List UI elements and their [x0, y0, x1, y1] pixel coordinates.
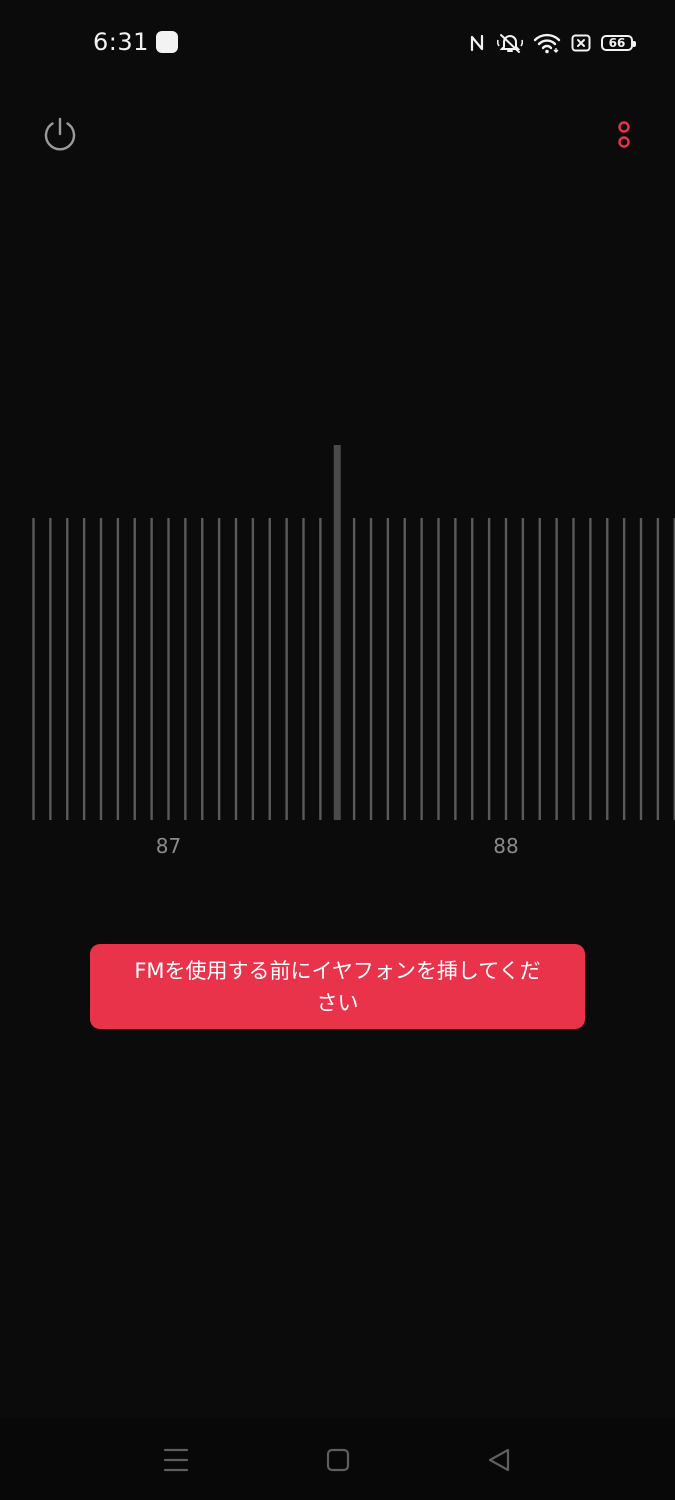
battery-icon: 66	[601, 35, 636, 51]
tuner-scale	[32, 445, 675, 820]
power-icon	[44, 117, 76, 151]
app-notification-icon	[156, 31, 178, 53]
headphone-warning-toast: FMを使用する前にイヤフォンを挿してください	[90, 944, 585, 1029]
wifi-icon	[533, 32, 561, 54]
more-vertical-icon	[618, 121, 630, 148]
silent-icon	[497, 32, 523, 54]
recent-apps-button[interactable]	[156, 1442, 196, 1478]
navigation-bar	[0, 1418, 675, 1500]
home-icon	[326, 1448, 350, 1472]
nfc-icon	[469, 33, 487, 53]
frequency-indicator[interactable]	[333, 445, 341, 820]
status-time: 6:31	[93, 28, 149, 56]
frequency-tuner[interactable]: 87 88	[0, 440, 675, 870]
status-bar: 6:31 66	[0, 0, 675, 86]
status-icons: 66	[469, 30, 636, 56]
menu-icon	[163, 1448, 189, 1472]
sim-off-icon	[571, 34, 591, 52]
more-options-button[interactable]	[610, 116, 638, 156]
power-button[interactable]	[40, 114, 80, 154]
frequency-label-87: 87	[155, 834, 182, 858]
back-button[interactable]	[480, 1442, 520, 1478]
frequency-label-88: 88	[493, 834, 519, 858]
back-icon	[488, 1448, 510, 1472]
home-button[interactable]	[318, 1442, 358, 1478]
toast-message: FMを使用する前にイヤフォンを挿してください	[134, 958, 541, 1015]
